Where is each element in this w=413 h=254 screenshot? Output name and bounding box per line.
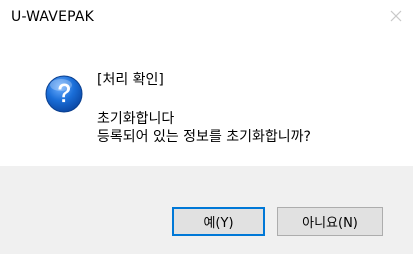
confirm-dialog: U-WAVEPAK [처리 확인] 초기화합니다 등록되어 있는 정보를 초기화… <box>0 0 413 254</box>
message-header: [처리 확인] <box>97 72 164 88</box>
yes-button[interactable]: 예(Y) <box>172 207 265 236</box>
title-bar: U-WAVEPAK <box>0 0 413 32</box>
question-icon <box>44 74 84 114</box>
message-area: [처리 확인] 초기화합니다 등록되어 있는 정보를 초기화합니까? <box>0 32 413 166</box>
window-title: U-WAVEPAK <box>11 9 95 25</box>
no-button[interactable]: 아니요(N) <box>277 207 383 236</box>
message-line-2: 등록되어 있는 정보를 초기화합니까? <box>97 129 311 145</box>
close-icon <box>390 10 402 22</box>
message-line-1: 초기화합니다 <box>97 111 175 127</box>
close-button[interactable] <box>385 5 407 27</box>
